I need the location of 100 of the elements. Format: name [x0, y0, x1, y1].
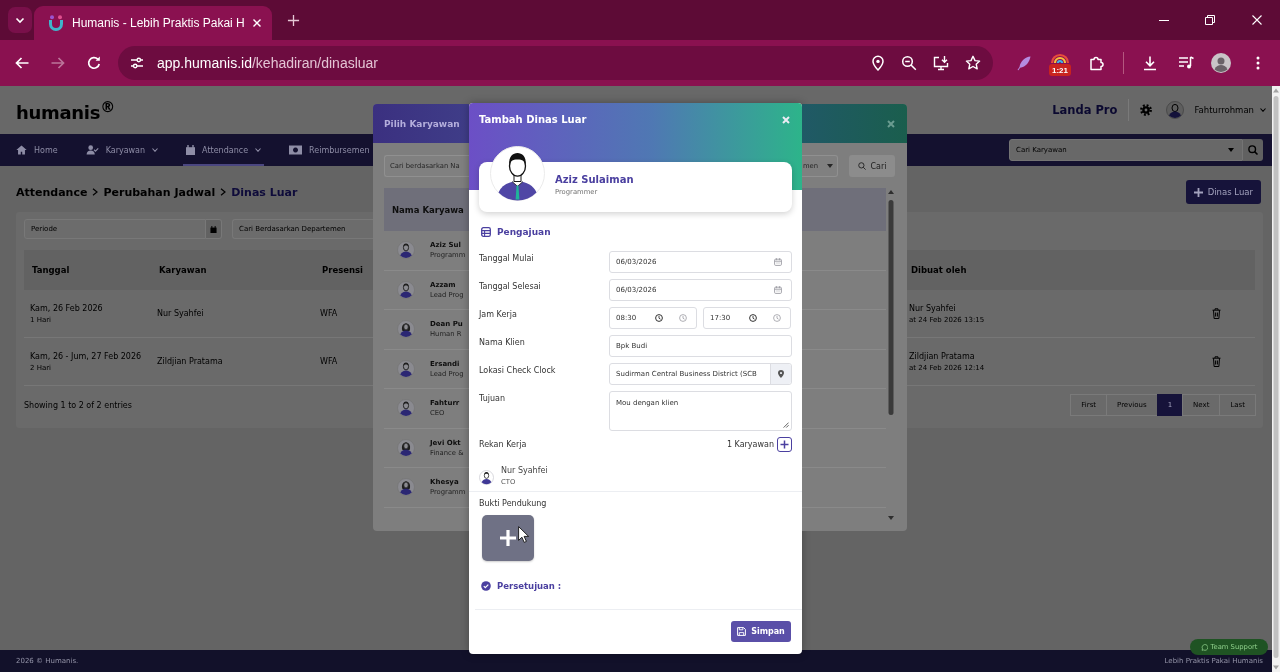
add-dinas-luar-button[interactable]: Dinas Luar	[1185, 180, 1261, 204]
company-name: Landa Pro	[1052, 103, 1118, 117]
column-header: Karyawan	[158, 265, 208, 275]
field-label: Jam Kerja	[479, 309, 518, 321]
field-label: Tujuan	[479, 393, 506, 405]
nav-item[interactable]: Karyawan	[82, 134, 162, 166]
close-tab-icon[interactable]	[252, 18, 262, 28]
page-scrollbar[interactable]	[1272, 86, 1280, 672]
trash-icon[interactable]	[1212, 308, 1221, 319]
field-label: Tanggal Mulai	[479, 253, 535, 265]
calendar-icon	[774, 286, 782, 294]
person-avatar-icon	[397, 320, 415, 339]
search-icon	[1248, 145, 1258, 155]
clock-icon	[655, 314, 663, 322]
restore-window-icon[interactable]	[1205, 15, 1215, 25]
mouse-pointer-icon	[518, 526, 529, 543]
nav-item[interactable]: Reimbursemen	[286, 134, 373, 166]
download-icon[interactable]	[1142, 55, 1158, 71]
coworker-name: Nur Syahfei	[501, 466, 548, 475]
settings-icon[interactable]	[1140, 104, 1153, 116]
media-queue-icon[interactable]	[1178, 55, 1194, 71]
person-avatar-icon	[479, 470, 494, 485]
column-header: Tanggal	[31, 265, 71, 275]
chat-bubble-icon	[1200, 643, 1208, 651]
employee-name: Aziz Sulaiman	[555, 174, 634, 185]
close-window-icon[interactable]	[1252, 15, 1262, 25]
person-avatar-icon	[397, 280, 415, 299]
employee-name: Zildjian Pratama	[157, 357, 224, 366]
dialog-title: Pilih Karyawan	[384, 118, 460, 129]
clock-icon	[773, 314, 781, 322]
forward-arrow-icon[interactable]	[50, 55, 66, 71]
map-pin-button[interactable]	[770, 364, 791, 384]
clock-icon	[749, 314, 757, 322]
profile-avatar-icon[interactable]	[1211, 53, 1231, 73]
map-pin-icon	[778, 370, 784, 378]
site-settings-icon[interactable]	[130, 56, 144, 70]
plus-icon	[500, 530, 516, 546]
upload-button[interactable]	[482, 515, 534, 561]
calendar-icon	[186, 145, 196, 155]
employee-name: Nur Syahfei	[157, 309, 205, 318]
person-avatar-icon	[397, 478, 415, 497]
entries-info: Showing 1 to 2 of 2 entries	[24, 400, 132, 410]
dialog-title: Tambah Dinas Luar	[479, 114, 587, 125]
breadcrumb-item[interactable]: Attendance	[16, 185, 88, 199]
caret-down-icon	[255, 148, 262, 152]
column-header: Nama Karyawa	[392, 204, 464, 215]
add-coworker-button[interactable]	[777, 437, 792, 452]
save-icon	[737, 627, 747, 636]
person-avatar-icon	[397, 438, 415, 457]
close-icon[interactable]	[887, 119, 895, 128]
presence-type: WFA	[320, 357, 339, 366]
star-icon[interactable]	[965, 55, 981, 71]
save-button[interactable]: Simpan	[731, 621, 791, 642]
puzzle-piece-icon[interactable]	[1089, 55, 1105, 71]
address-bar[interactable]: app.humanis.id/kehadiran/dinasluar	[118, 46, 993, 80]
column-header: Presensi	[321, 265, 365, 275]
date-text: Kam, 26 Feb 2026	[30, 303, 104, 313]
resize-handle-icon[interactable]	[783, 422, 789, 428]
search-button[interactable]: Cari	[849, 155, 895, 177]
creator-name: Zildjian Pratama	[909, 351, 976, 361]
new-tab-icon[interactable]	[287, 14, 300, 27]
plus-icon	[780, 440, 789, 449]
clock-icon	[679, 314, 687, 322]
nav-item[interactable]: Home	[13, 134, 61, 166]
field-label: Tanggal Selesai	[479, 281, 542, 293]
field-label: Nama Klien	[479, 337, 526, 349]
calendar-button[interactable]	[206, 219, 222, 239]
nav-item[interactable]: Attendance	[183, 134, 265, 166]
date-text: Kam, 26 - Jum, 27 Feb 2026	[30, 351, 143, 361]
breadcrumb-item[interactable]: Perubahan Jadwal	[103, 185, 216, 199]
presence-type: WFA	[320, 309, 339, 318]
banknote-icon	[289, 145, 303, 155]
chevron-down-icon	[15, 15, 25, 25]
check-circle-icon	[481, 581, 491, 591]
rainbow-icon	[1049, 51, 1071, 63]
install-app-icon[interactable]	[933, 55, 949, 71]
site-favicon-icon	[48, 15, 64, 31]
creator-name: Nur Syahfei	[909, 303, 957, 313]
back-arrow-icon[interactable]	[14, 55, 30, 71]
user-avatar-icon[interactable]	[1166, 101, 1185, 119]
search-button[interactable]	[1243, 139, 1263, 161]
browser-tab[interactable]: Humanis - Lebih Praktis Pakai H	[34, 6, 272, 40]
scrollbar[interactable]	[887, 188, 895, 522]
field-label: Lokasi Check Clock	[479, 365, 557, 377]
feather-icon[interactable]	[1016, 55, 1032, 71]
breadcrumb-item[interactable]: Dinas Luar	[231, 185, 298, 199]
zoom-out-icon[interactable]	[901, 55, 917, 71]
reload-icon[interactable]	[86, 55, 102, 71]
column-header: Dibuat oleh	[910, 265, 968, 275]
chevron-right-icon	[92, 188, 99, 196]
humanis-logo[interactable]: humanis$^{®}$	[16, 97, 115, 123]
field-label: Bukti Pendukung	[479, 499, 548, 509]
extension-button[interactable]: 1:21	[1049, 50, 1071, 76]
location-pin-icon[interactable]	[870, 55, 886, 71]
tab-list-button[interactable]	[8, 7, 32, 33]
search-icon	[857, 162, 866, 170]
trash-icon[interactable]	[1212, 356, 1221, 367]
user-menu[interactable]: Fahturrohman	[1194, 105, 1254, 115]
extension-badge: 1:21	[1049, 64, 1071, 76]
chevron-right-icon	[220, 188, 227, 196]
